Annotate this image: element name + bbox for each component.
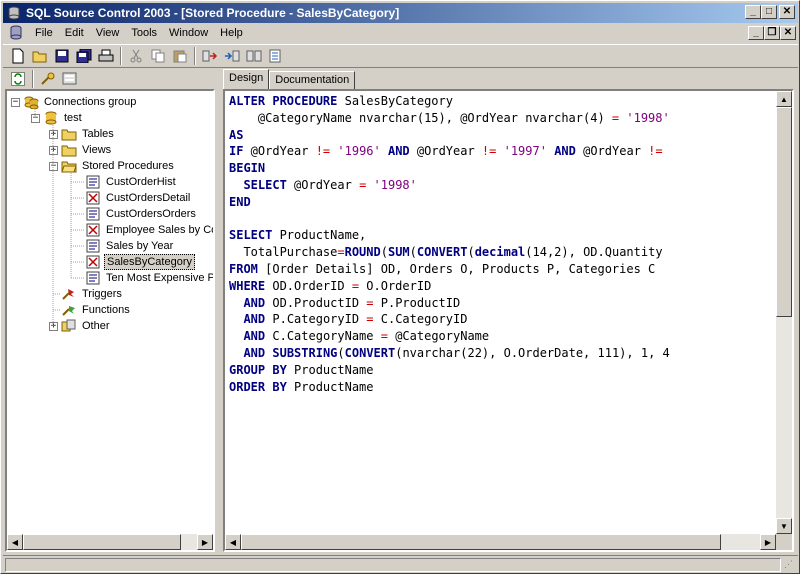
code-line[interactable]: AND SUBSTRING(CONVERT(nvarchar(22), O.Or… xyxy=(229,345,774,362)
save-all-icon[interactable] xyxy=(73,46,95,66)
editor-vertical-scrollbar[interactable]: ▲ ▼ xyxy=(776,91,792,534)
code-line[interactable]: AS xyxy=(229,127,774,144)
scroll-left-icon[interactable]: ◀ xyxy=(225,534,241,550)
status-bar: ⋰ xyxy=(3,555,798,573)
toolbar-separator xyxy=(194,47,196,65)
mdi-restore-button[interactable]: ❐ xyxy=(764,26,780,40)
code-area[interactable]: ALTER PROCEDURE SalesByCategory @Categor… xyxy=(229,93,774,532)
mdi-minimize-button[interactable]: _ xyxy=(748,26,764,40)
menu-edit[interactable]: Edit xyxy=(59,25,90,41)
toolbar-separator xyxy=(32,70,34,88)
code-line[interactable]: SELECT ProductName, xyxy=(229,227,774,244)
code-line[interactable]: AND P.CategoryID = C.CategoryID xyxy=(229,311,774,328)
code-line[interactable]: FROM [Order Details] OD, Orders O, Produ… xyxy=(229,261,774,278)
scroll-right-icon[interactable]: ▶ xyxy=(760,534,776,550)
scroll-thumb[interactable] xyxy=(776,107,792,317)
object-tree-panel[interactable]: − Connections group − test + Tables + Vi… xyxy=(5,89,215,552)
code-line[interactable]: AND C.CategoryName = @CategoryName xyxy=(229,328,774,345)
checkout-icon[interactable] xyxy=(199,46,221,66)
undo-checkout-icon[interactable] xyxy=(243,46,265,66)
code-line[interactable]: GROUP BY ProductName xyxy=(229,362,774,379)
resize-grip-icon[interactable]: ⋰ xyxy=(784,559,796,571)
tab-documentation[interactable]: Documentation xyxy=(269,71,356,89)
code-line[interactable]: BEGIN xyxy=(229,160,774,177)
menu-help[interactable]: Help xyxy=(214,25,249,41)
code-line[interactable]: ORDER BY ProductName xyxy=(229,379,774,396)
code-line[interactable] xyxy=(229,211,774,228)
scroll-left-icon[interactable]: ◀ xyxy=(7,534,23,550)
save-icon[interactable] xyxy=(51,46,73,66)
menu-file[interactable]: File xyxy=(29,25,59,41)
paste-icon[interactable] xyxy=(169,46,191,66)
connect-icon[interactable] xyxy=(37,69,59,89)
code-line[interactable]: TotalPurchase=ROUND(SUM(CONVERT(decimal(… xyxy=(229,244,774,261)
code-line[interactable]: WHERE OD.OrderID = O.OrderID xyxy=(229,278,774,295)
editor-horizontal-scrollbar[interactable]: ◀ ▶ xyxy=(225,534,776,550)
title-bar[interactable]: SQL Source Control 2003 - [Stored Proced… xyxy=(3,3,798,23)
code-line[interactable]: ALTER PROCEDURE SalesByCategory xyxy=(229,93,774,110)
new-icon[interactable] xyxy=(7,46,29,66)
print-icon[interactable] xyxy=(95,46,117,66)
menu-bar: File Edit View Tools Window Help xyxy=(3,23,798,43)
document-icon[interactable] xyxy=(9,25,25,41)
code-line[interactable]: END xyxy=(229,194,774,211)
tree-lines xyxy=(34,107,85,326)
toolbar-separator xyxy=(120,47,122,65)
properties-icon[interactable] xyxy=(59,69,81,89)
maximize-button[interactable]: □ xyxy=(761,5,777,19)
code-line[interactable]: SELECT @OrdYear = '1998' xyxy=(229,177,774,194)
object-tree[interactable]: − Connections group − test + Tables + Vi… xyxy=(7,91,213,534)
open-icon[interactable] xyxy=(29,46,51,66)
menu-tools[interactable]: Tools xyxy=(125,25,163,41)
database-app-icon[interactable] xyxy=(6,5,22,21)
tree-toolbar xyxy=(3,69,217,89)
sql-editor[interactable]: ALTER PROCEDURE SalesByCategory @Categor… xyxy=(223,89,794,552)
scroll-corner xyxy=(776,534,792,550)
window-title: SQL Source Control 2003 - [Stored Proced… xyxy=(26,6,400,20)
history-icon[interactable] xyxy=(265,46,287,66)
code-line[interactable]: @CategoryName nvarchar(15), @OrdYear nva… xyxy=(229,110,774,127)
status-text xyxy=(5,558,781,572)
menu-window[interactable]: Window xyxy=(163,25,214,41)
scroll-thumb[interactable] xyxy=(23,534,181,550)
editor-tabs: Design Documentation xyxy=(223,69,356,89)
tab-design[interactable]: Design xyxy=(223,69,270,89)
mdi-close-button[interactable]: ✕ xyxy=(780,26,796,40)
tree-horizontal-scrollbar[interactable]: ◀ ▶ xyxy=(7,534,213,550)
menu-view[interactable]: View xyxy=(90,25,126,41)
main-toolbar xyxy=(3,44,798,68)
scroll-thumb[interactable] xyxy=(241,534,721,550)
scroll-down-icon[interactable]: ▼ xyxy=(776,518,792,534)
code-line[interactable]: AND OD.ProductID = P.ProductID xyxy=(229,295,774,312)
cut-icon[interactable] xyxy=(125,46,147,66)
main-window: SQL Source Control 2003 - [Stored Proced… xyxy=(0,0,800,574)
copy-icon[interactable] xyxy=(147,46,169,66)
close-button[interactable]: ✕ xyxy=(779,5,795,19)
scroll-up-icon[interactable]: ▲ xyxy=(776,91,792,107)
minimize-button[interactable]: _ xyxy=(745,5,761,19)
checkin-icon[interactable] xyxy=(221,46,243,66)
scroll-right-icon[interactable]: ▶ xyxy=(197,534,213,550)
refresh-icon[interactable] xyxy=(7,69,29,89)
code-line[interactable]: IF @OrdYear != '1996' AND @OrdYear != '1… xyxy=(229,143,774,160)
